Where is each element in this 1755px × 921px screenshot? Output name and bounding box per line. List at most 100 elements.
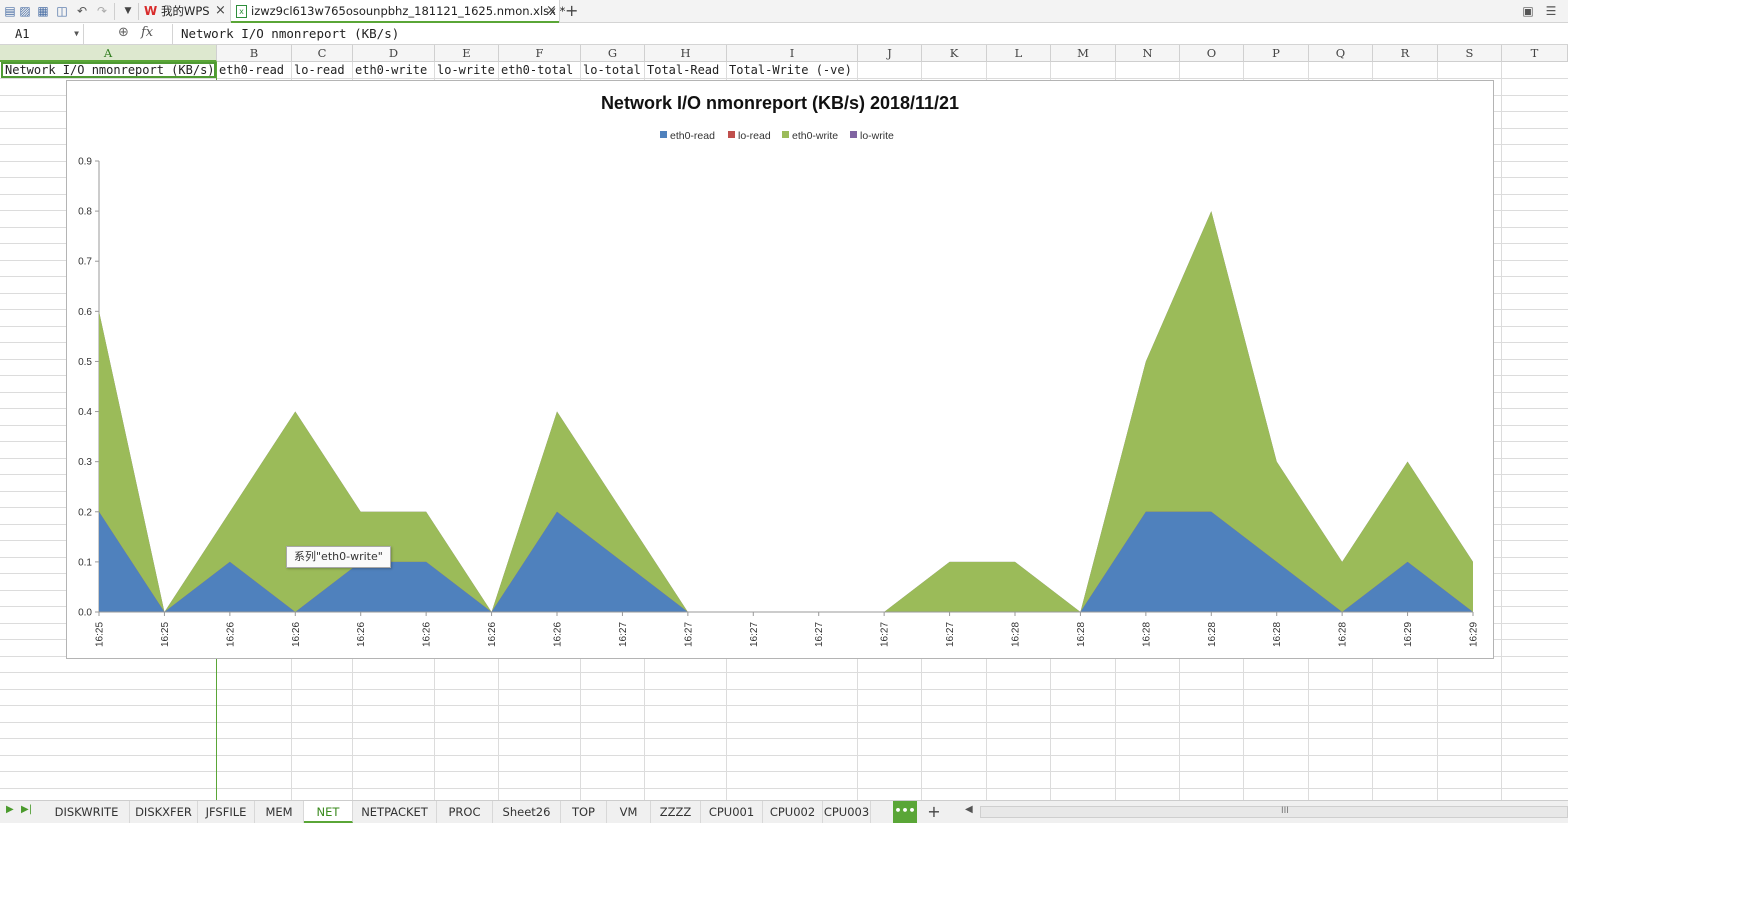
- sheet-tab-cpu001[interactable]: CPU001: [701, 801, 763, 823]
- column-header-e[interactable]: E: [435, 45, 499, 62]
- toolbar-divider: [114, 3, 115, 20]
- chevron-down-icon[interactable]: ▼: [74, 24, 79, 44]
- grid-line: [0, 705, 1568, 706]
- cell-d1[interactable]: eth0-write: [353, 62, 434, 78]
- sheet-tab-mem[interactable]: MEM: [255, 801, 304, 823]
- column-header-s[interactable]: S: [1438, 45, 1502, 62]
- column-header-i[interactable]: I: [727, 45, 858, 62]
- title-bar: ▤ ▨ ▦ ◫ ↶ ↷ ▼ W 我的WPS × x izwz9cl613w765…: [0, 0, 1568, 23]
- undo-icon[interactable]: ↶: [74, 4, 90, 19]
- cell-i1[interactable]: Total-Write (-ve): [727, 62, 861, 78]
- column-header-r[interactable]: R: [1373, 45, 1438, 62]
- close-tab-icon[interactable]: ×: [215, 0, 226, 22]
- cell-f1[interactable]: eth0-total: [499, 62, 580, 78]
- area-chart[interactable]: Network I/O nmonreport (KB/s) 2018/11/21…: [66, 80, 1494, 659]
- y-tick-label: 0.5: [78, 357, 92, 368]
- new-file-icon[interactable]: ▤: [2, 4, 18, 19]
- column-header-n[interactable]: N: [1116, 45, 1180, 62]
- series-tooltip: 系列"eth0-write": [286, 546, 391, 568]
- sheet-tab-net[interactable]: NET: [304, 801, 353, 823]
- column-header-f[interactable]: F: [499, 45, 581, 62]
- sheet-tab-vm[interactable]: VM: [607, 801, 651, 823]
- x-tick-label: 16:29: [1469, 622, 1480, 647]
- column-header-j[interactable]: J: [858, 45, 922, 62]
- sheet-tab-diskxfer[interactable]: DISKXFER: [130, 801, 198, 823]
- redo-icon[interactable]: ↷: [94, 4, 110, 19]
- column-header-k[interactable]: K: [922, 45, 987, 62]
- cell-g1[interactable]: lo-total: [581, 62, 644, 78]
- column-header-g[interactable]: G: [581, 45, 645, 62]
- customize-dropdown-icon[interactable]: ▼: [120, 4, 136, 19]
- cell-h1[interactable]: Total-Read: [645, 62, 726, 78]
- cell-c1[interactable]: lo-read: [292, 62, 352, 78]
- cell-e1[interactable]: lo-write: [435, 62, 498, 78]
- row-1: Network I/O nmonreport (KB/s) eth0-read …: [0, 62, 1568, 78]
- sheet-tab-zzzz[interactable]: ZZZZ: [651, 801, 701, 823]
- sheet-tab-proc[interactable]: PROC: [437, 801, 493, 823]
- grid-line: [0, 78, 1568, 79]
- more-sheets-button[interactable]: •••: [893, 801, 917, 823]
- scroll-left-icon[interactable]: ◀: [965, 804, 973, 815]
- new-tab-button[interactable]: +: [565, 0, 578, 23]
- legend-label-eth0-write: eth0-write: [792, 130, 838, 142]
- cell-a1[interactable]: Network I/O nmonreport (KB/s): [1, 62, 216, 78]
- y-tick-label: 0.4: [78, 407, 92, 418]
- legend-label-lo-read: lo-read: [738, 130, 771, 142]
- last-sheet-icon[interactable]: ▶|: [21, 804, 32, 815]
- y-tick-label: 0.2: [78, 507, 92, 518]
- x-tick-label: 16:28: [1011, 622, 1022, 647]
- x-tick-label: 16:27: [880, 622, 891, 647]
- column-header-a[interactable]: A: [0, 45, 217, 62]
- x-tick-label: 16:26: [356, 622, 367, 647]
- window-menu-icon[interactable]: ☰: [1543, 4, 1559, 19]
- sheet-tab-netpacket[interactable]: NETPACKET: [353, 801, 437, 823]
- column-header-m[interactable]: M: [1051, 45, 1116, 62]
- column-header-c[interactable]: C: [292, 45, 353, 62]
- scrollbar-grip-icon[interactable]: III: [1281, 806, 1289, 816]
- column-header-p[interactable]: P: [1244, 45, 1309, 62]
- column-header-l[interactable]: L: [987, 45, 1051, 62]
- x-tick-label: 16:26: [225, 622, 236, 647]
- horizontal-scrollbar[interactable]: III: [980, 806, 1568, 818]
- name-box[interactable]: A1 ▼: [0, 24, 84, 44]
- sheet-tab-jfsfile[interactable]: JFSFILE: [198, 801, 255, 823]
- next-sheet-icon[interactable]: ▶: [6, 804, 14, 815]
- sheet-tab-diskwrite[interactable]: DISKWRITE: [44, 801, 130, 823]
- legend-swatch-eth0-write: [782, 131, 789, 138]
- insert-function-button[interactable]: fx: [141, 25, 153, 40]
- cell-b1[interactable]: eth0-read: [217, 62, 291, 78]
- x-tick-label: 16:27: [618, 622, 629, 647]
- close-tab-icon[interactable]: ×: [546, 0, 557, 22]
- sheet-tab-cpu003[interactable]: CPU003: [823, 801, 871, 823]
- column-header-o[interactable]: O: [1180, 45, 1244, 62]
- sheet-tab-bar: ▶ ▶| DISKWRITE DISKXFER JFSFILE MEM NET NETPA…: [0, 800, 1568, 823]
- print-preview-icon[interactable]: ◫: [54, 4, 70, 19]
- window-layout-icon[interactable]: ▣: [1520, 4, 1536, 19]
- legend-label-lo-write: lo-write: [860, 130, 894, 142]
- grid-line: [0, 689, 1568, 690]
- column-header-h[interactable]: H: [645, 45, 727, 62]
- grid-line: [0, 771, 1568, 772]
- column-header-q[interactable]: Q: [1309, 45, 1373, 62]
- sheet-tab-sheet26[interactable]: Sheet26: [493, 801, 561, 823]
- print-icon[interactable]: ▦: [35, 4, 51, 19]
- legend-swatch-lo-write: [850, 131, 857, 138]
- x-tick-label: 16:26: [422, 622, 433, 647]
- export-pdf-icon[interactable]: ▨: [17, 4, 33, 19]
- chart-canvas: Network I/O nmonreport (KB/s) 2018/11/21…: [78, 93, 1480, 647]
- add-sheet-button[interactable]: +: [926, 801, 942, 823]
- formula-input[interactable]: Network I/O nmonreport (KB/s): [172, 24, 1568, 44]
- x-tick-label: 16:25: [160, 622, 171, 647]
- sheet-tab-top[interactable]: TOP: [561, 801, 607, 823]
- toolbar-divider: [138, 3, 139, 20]
- sheet-tab-cpu002[interactable]: CPU002: [763, 801, 823, 823]
- column-header-d[interactable]: D: [353, 45, 435, 62]
- column-header-b[interactable]: B: [217, 45, 292, 62]
- zoom-search-icon[interactable]: ⊕: [118, 25, 129, 40]
- x-tick-label: 16:28: [1076, 622, 1087, 647]
- tab-workbook-file[interactable]: x izwz9cl613w765osounpbhz_181121_1625.nm…: [230, 0, 565, 23]
- column-header-t[interactable]: T: [1502, 45, 1568, 62]
- x-tick-label: 16:28: [1141, 622, 1152, 647]
- wps-logo-icon: W: [144, 4, 158, 18]
- tab-my-wps[interactable]: W 我的WPS ×: [142, 0, 228, 23]
